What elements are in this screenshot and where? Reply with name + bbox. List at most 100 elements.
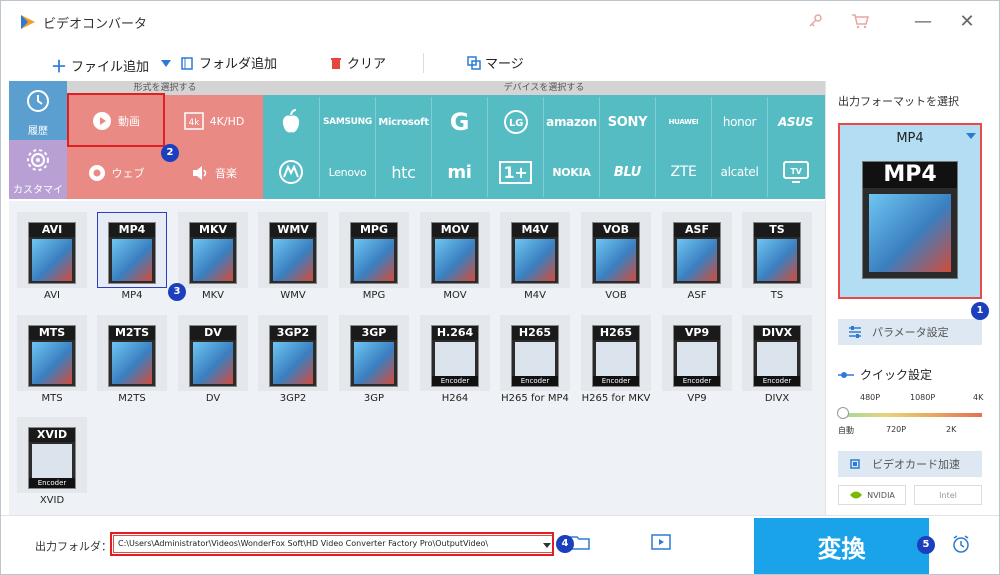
category-music[interactable]: 音楽 (165, 147, 263, 199)
format-art (515, 239, 555, 281)
format-tag: MOV (432, 223, 478, 237)
format-tile-3gp2[interactable]: 3GP2 3GP2 (258, 315, 328, 405)
format-tile-m4v[interactable]: M4V M4V (500, 212, 570, 302)
format-art (32, 342, 72, 384)
convert-button[interactable]: 変換 (754, 518, 929, 574)
format-tile-xvid[interactable]: XVID Encoder XVID (17, 417, 87, 507)
format-tile-h265-for-mp4[interactable]: H265 Encoder H265 for MP4 (500, 315, 570, 405)
format-icon: H265 Encoder (511, 325, 559, 387)
brand-microsoft[interactable]: Microsoft (375, 97, 431, 147)
format-name: TS (770, 290, 784, 301)
brand-sony[interactable]: SONY (599, 97, 655, 147)
format-tile-dv[interactable]: DV DV (178, 315, 248, 405)
brand-blu[interactable]: BLU (599, 147, 655, 197)
intel-toggle[interactable]: Intel (914, 485, 982, 505)
format-icon: DIVX Encoder (753, 325, 801, 387)
brand-apple[interactable] (263, 97, 319, 147)
output-format-preview[interactable]: MP4 MP4 (838, 123, 982, 299)
format-tile-m2ts[interactable]: M2TS M2TS (97, 315, 167, 405)
tv-icon: TV (782, 161, 809, 183)
brand-nokia[interactable]: NOKIA (543, 147, 599, 197)
add-file-button[interactable]: ＋ ファイル追加 (51, 53, 149, 77)
video-file-icon[interactable] (651, 534, 671, 550)
left-shortcuts: 履歴 カスタマイズ (9, 81, 67, 211)
format-icon: TS (753, 222, 801, 284)
brand-htc[interactable]: htc (375, 147, 431, 197)
format-art (596, 239, 636, 281)
format-tile-3gp[interactable]: 3GP 3GP (339, 315, 409, 405)
format-tile-mp4[interactable]: MP4 MP4 (97, 212, 167, 302)
brand-samsung[interactable]: SAMSUNG (319, 97, 375, 147)
brand-asus[interactable]: ASUS (767, 97, 823, 147)
brand-alcatel[interactable]: alcatel (711, 147, 767, 197)
format-tile-mkv[interactable]: MKV MKV (178, 212, 248, 302)
quality-slider-handle[interactable] (837, 407, 849, 419)
format-icon: 3GP (350, 325, 398, 387)
format-tag: DIVX (754, 326, 800, 340)
nvidia-toggle[interactable]: NVIDIA (838, 485, 906, 505)
format-icon: MP4 (108, 222, 156, 284)
minimize-button[interactable]: — (913, 11, 933, 32)
key-icon[interactable] (807, 13, 823, 29)
brand-huawei[interactable]: HUAWEI (655, 97, 711, 147)
format-name: 3GP2 (279, 393, 307, 404)
cart-icon[interactable] (851, 13, 869, 29)
format-tile-mpg[interactable]: MPG MPG (339, 212, 409, 302)
format-tile-vp9[interactable]: VP9 Encoder VP9 (662, 315, 732, 405)
quick-settings-icon (838, 371, 854, 378)
dropdown-arrow-icon[interactable] (161, 60, 171, 67)
brand-lenovo[interactable]: Lenovo (319, 147, 375, 197)
format-name: MPG (362, 290, 386, 301)
encoder-label: Encoder (29, 478, 75, 488)
close-button[interactable]: ✕ (957, 11, 977, 32)
quality-720p: 720P (886, 425, 907, 434)
history-tile[interactable]: 履歴 (9, 81, 67, 140)
mp4-format-icon: MP4 (862, 161, 958, 279)
format-icon: DV (189, 325, 237, 387)
add-file-label: ファイル追加 (71, 59, 150, 75)
format-tile-mov[interactable]: MOV MOV (420, 212, 490, 302)
brand-lg[interactable]: LG (487, 97, 543, 147)
format-grid: AVI AVI MP4 MP4 MKV MKV WMV WMV MPG MPG MOV MOV M4V M… (9, 201, 825, 515)
encoder-label: Encoder (512, 376, 558, 386)
format-tile-mts[interactable]: MTS MTS (17, 315, 87, 405)
dropdown-arrow-icon[interactable] (966, 133, 976, 139)
format-tile-wmv[interactable]: WMV WMV (258, 212, 328, 302)
format-name: XVID (39, 495, 65, 506)
format-tag: H265 (593, 326, 639, 340)
format-tag: M4V (512, 223, 558, 237)
format-art (354, 239, 394, 281)
brand-amazon[interactable]: amazon (543, 97, 599, 147)
format-icon: H265 Encoder (592, 325, 640, 387)
format-icon: XVID Encoder (28, 427, 76, 489)
format-tag: MTS (29, 326, 75, 340)
format-tile-h264[interactable]: H.264 Encoder H264 (420, 315, 490, 405)
format-tile-avi[interactable]: AVI AVI (17, 212, 87, 302)
brand-motorola[interactable] (263, 147, 319, 197)
merge-button[interactable]: マージ (467, 53, 524, 72)
brand-honor[interactable]: honor (711, 97, 767, 147)
brand-oneplus[interactable]: 1+ (487, 147, 543, 197)
add-folder-button[interactable]: フォルダ追加 (181, 53, 277, 72)
alarm-clock-icon[interactable] (951, 534, 971, 554)
brand-mi[interactable]: mi (431, 147, 487, 197)
gpu-acceleration-button[interactable]: ビデオカード加速 (838, 451, 982, 477)
format-name: MP4 (121, 290, 143, 301)
brand-tv[interactable]: TV (767, 147, 823, 197)
customize-tile[interactable]: カスタマイズ (9, 140, 67, 211)
format-art (677, 239, 717, 281)
format-tile-asf[interactable]: ASF ASF (662, 212, 732, 302)
format-tile-vob[interactable]: VOB VOB (581, 212, 651, 302)
format-tile-ts[interactable]: TS TS (742, 212, 812, 302)
clear-button[interactable]: クリア (329, 53, 386, 72)
brand-zte[interactable]: ZTE (655, 147, 711, 197)
category-web[interactable]: ウェブ (67, 147, 165, 199)
format-tile-divx[interactable]: DIVX Encoder DIVX (742, 315, 812, 405)
format-tag: XVID (29, 428, 75, 442)
format-tile-h265-for-mkv[interactable]: H265 Encoder H265 for MKV (581, 315, 651, 405)
parameter-settings-button[interactable]: パラメータ設定 (838, 319, 982, 345)
brand-google[interactable]: G (431, 97, 487, 147)
format-art (354, 342, 394, 384)
quality-slider[interactable] (840, 413, 982, 417)
category-4k[interactable]: 4k 4K/HD (165, 95, 263, 147)
